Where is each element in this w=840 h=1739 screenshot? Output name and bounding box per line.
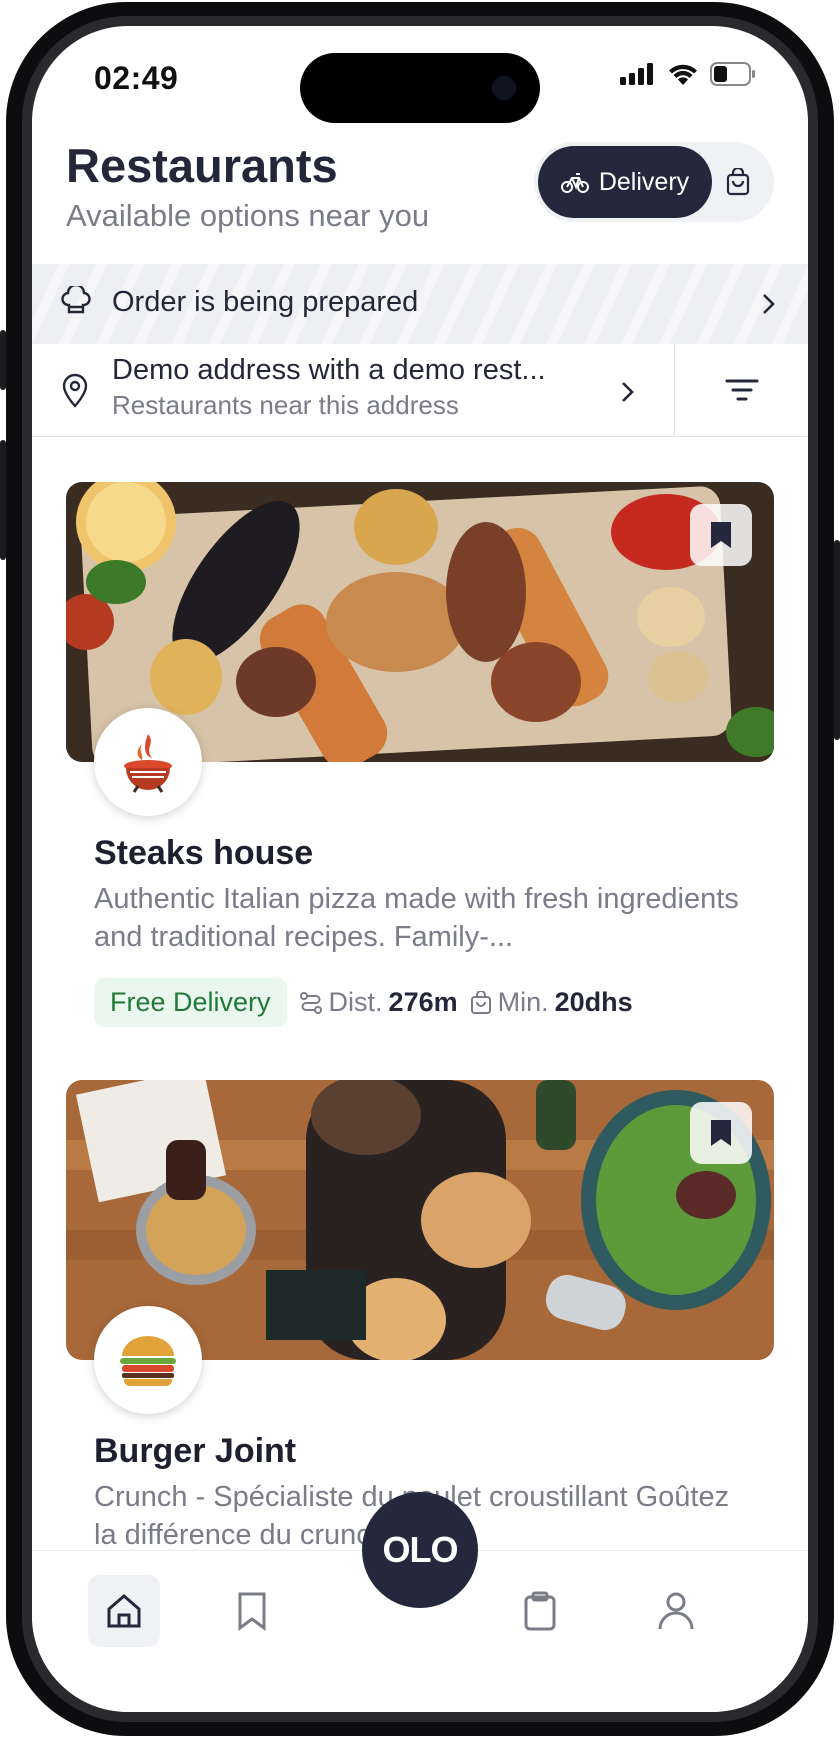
location-pin-icon bbox=[62, 373, 88, 408]
battery-icon bbox=[710, 62, 755, 86]
bookmark-icon bbox=[711, 1120, 731, 1146]
bicycle-icon bbox=[560, 173, 589, 193]
status-time: 02:49 bbox=[94, 60, 179, 96]
restaurant-logo bbox=[94, 708, 202, 816]
restaurant-name: Burger Joint bbox=[94, 1432, 297, 1470]
nav-orders[interactable] bbox=[504, 1575, 576, 1647]
burger-logo-icon bbox=[120, 1336, 176, 1387]
address-main[interactable]: Demo address with a demo rest... bbox=[112, 354, 602, 387]
address-selector: Demo address with a demo rest... Restaur… bbox=[32, 344, 808, 437]
app-screen: 02:49 Restaurants Available options near… bbox=[32, 26, 808, 1712]
page-title: Restaurants bbox=[66, 139, 338, 192]
free-delivery-badge: Free Delivery bbox=[94, 978, 287, 1027]
restaurant-description: Authentic Italian pizza made with fresh … bbox=[94, 883, 739, 953]
status-icons bbox=[620, 62, 756, 86]
wifi-icon bbox=[669, 64, 697, 85]
side-button-left-2 bbox=[0, 440, 6, 560]
minimum-order-info: Min. 20dhs bbox=[470, 987, 633, 1018]
home-icon bbox=[107, 1594, 141, 1628]
restaurant-card[interactable]: Steaks house Authentic Italian pizza mad… bbox=[66, 482, 774, 1042]
distance-value: 276m bbox=[388, 987, 458, 1017]
pickup-mode-button[interactable] bbox=[712, 156, 764, 208]
shopping-bag-icon bbox=[470, 990, 491, 1014]
dynamic-island bbox=[300, 53, 540, 123]
restaurant-card[interactable]: Burger Joint Crunch - Spécialiste du pou… bbox=[66, 1080, 774, 1551]
signal-icon bbox=[620, 63, 653, 85]
grill-logo-icon bbox=[124, 734, 172, 793]
nav-home[interactable] bbox=[88, 1575, 160, 1647]
filter-button[interactable] bbox=[674, 344, 808, 436]
shopping-bag-icon bbox=[726, 168, 750, 196]
distance-info: Dist. 276m bbox=[299, 987, 458, 1018]
orders-icon bbox=[524, 1591, 556, 1631]
route-icon bbox=[299, 991, 322, 1014]
delivery-mode-label: Delivery bbox=[598, 167, 690, 196]
filter-icon bbox=[725, 379, 759, 401]
address-sub: Restaurants near this address bbox=[112, 390, 459, 420]
page-subtitle: Available options near you bbox=[66, 198, 430, 233]
minimum-value: 20dhs bbox=[554, 987, 633, 1017]
nav-saved[interactable] bbox=[216, 1575, 288, 1647]
camera-icon bbox=[492, 76, 516, 100]
distance-label: Dist. bbox=[328, 987, 383, 1017]
order-mode-toggle: Delivery bbox=[534, 142, 774, 222]
bookmark-button[interactable] bbox=[690, 1102, 752, 1164]
minimum-label: Min. bbox=[497, 987, 549, 1017]
delivery-mode-button[interactable]: Delivery bbox=[538, 146, 712, 218]
profile-icon bbox=[658, 1592, 694, 1630]
restaurant-name: Steaks house bbox=[94, 834, 314, 872]
chevron-right-icon[interactable] bbox=[617, 378, 637, 406]
side-button-left bbox=[0, 330, 6, 390]
nav-profile[interactable] bbox=[640, 1575, 712, 1647]
order-status-banner[interactable]: Order is being prepared bbox=[32, 264, 808, 344]
chef-hat-icon bbox=[61, 286, 91, 314]
restaurant-meta: Free Delivery Dist. 276m Min. 20dhs bbox=[94, 978, 633, 1027]
bookmark-icon bbox=[711, 522, 731, 548]
side-button-right bbox=[834, 540, 840, 740]
olo-fab-button[interactable]: OLO bbox=[362, 1492, 478, 1608]
bookmark-button[interactable] bbox=[690, 504, 752, 566]
order-status-text: Order is being prepared bbox=[112, 286, 419, 318]
restaurant-logo bbox=[94, 1306, 202, 1414]
chevron-right-icon bbox=[763, 294, 775, 314]
bookmark-icon bbox=[238, 1592, 266, 1631]
